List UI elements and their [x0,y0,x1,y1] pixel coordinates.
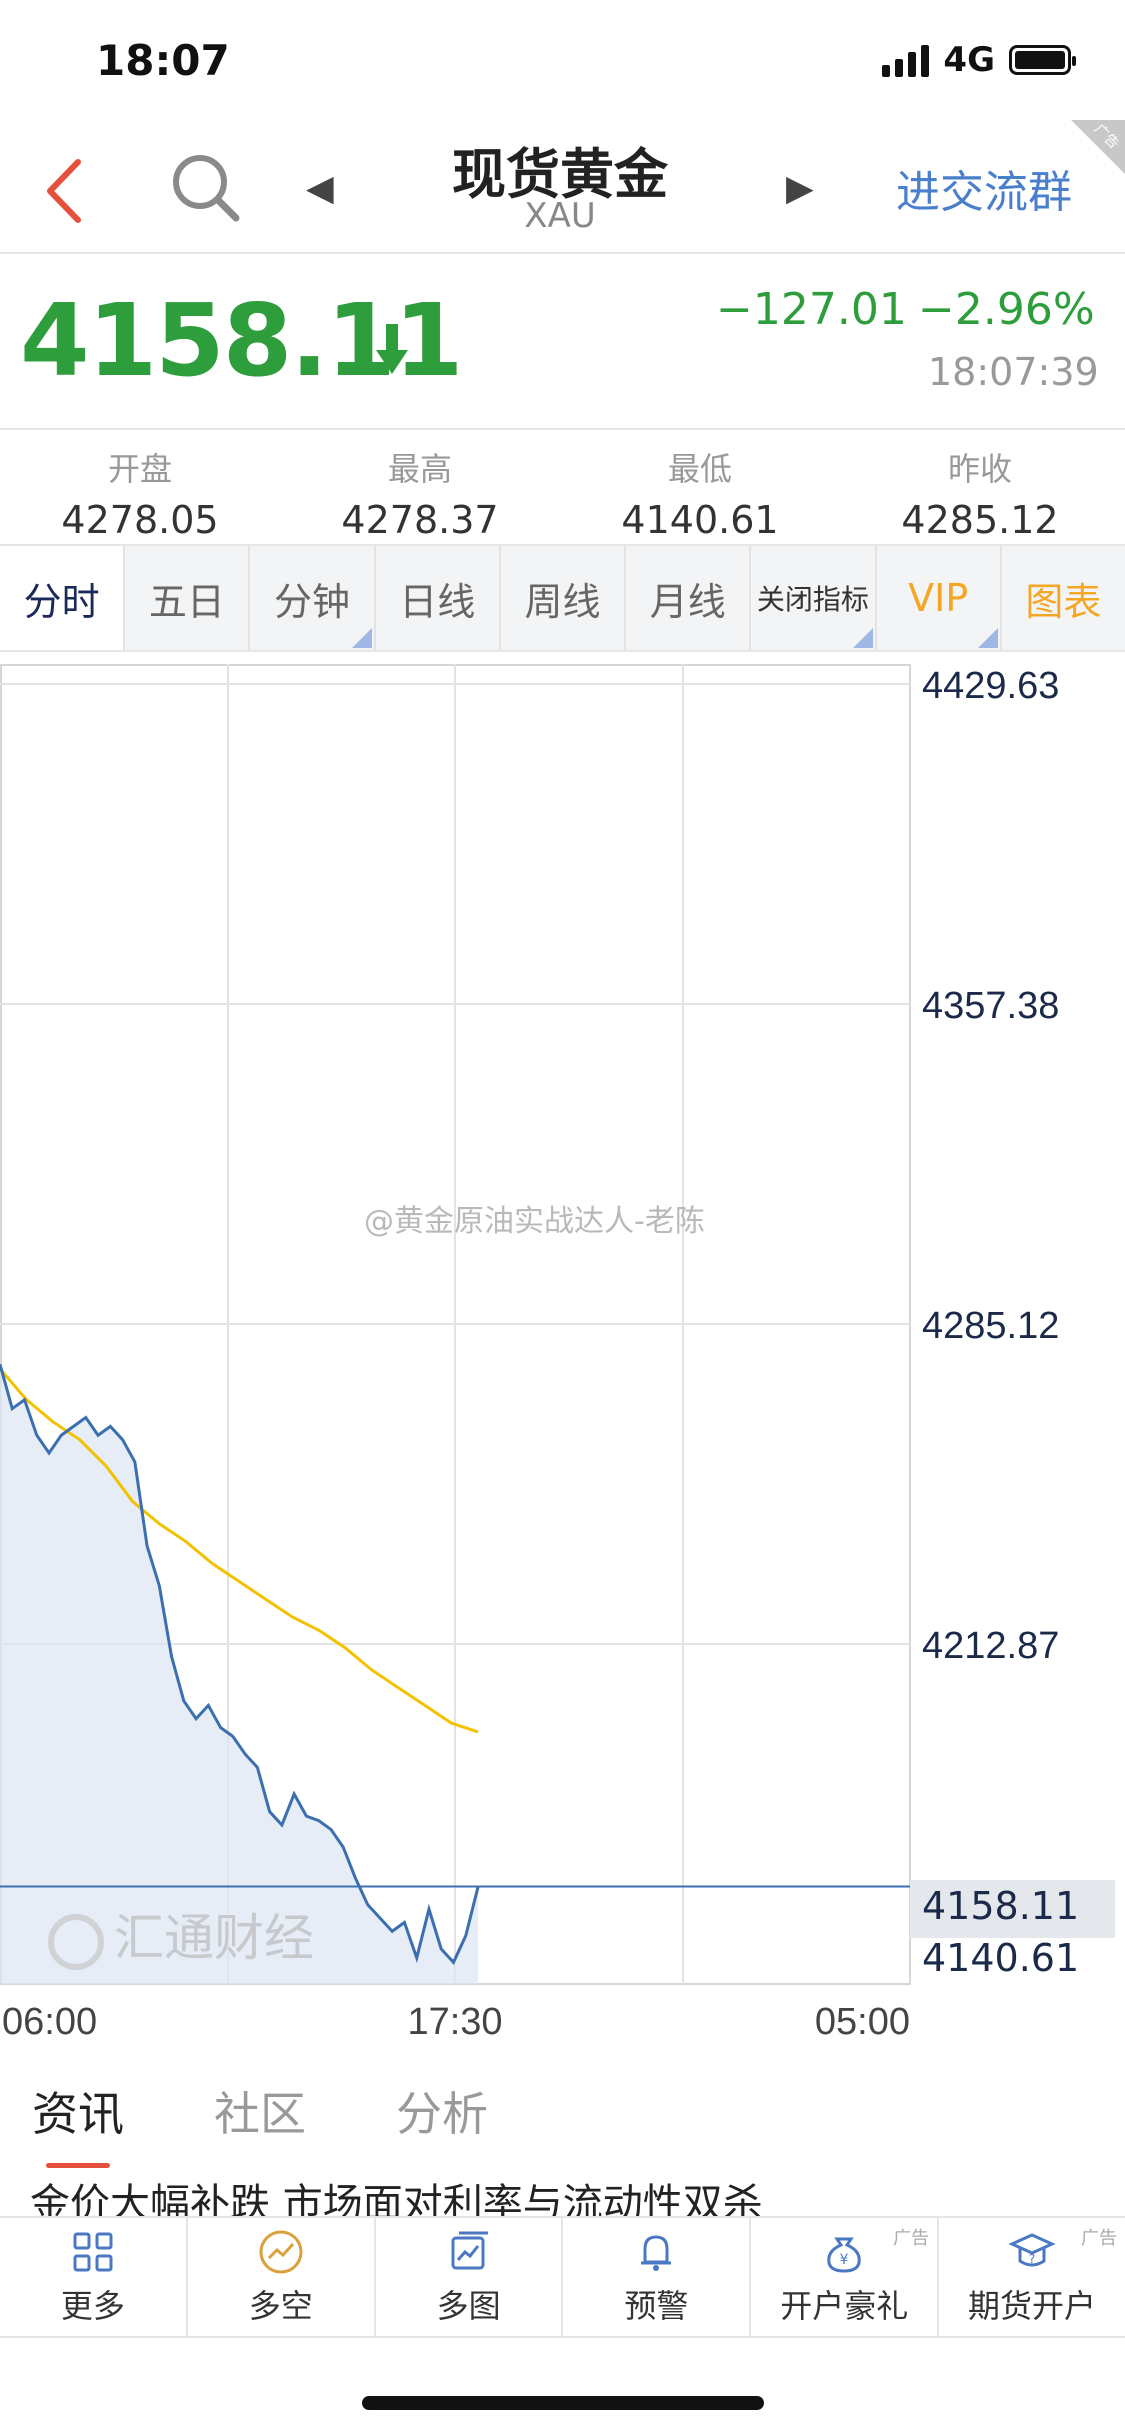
divider [0,428,1125,430]
news-headline[interactable]: 金价大幅补跌 市场面对利率与流动性双杀 [30,2172,1090,2216]
battery-icon [1009,45,1076,75]
multi-chart-button[interactable]: 多图 [376,2218,564,2336]
more-button[interactable]: 更多 [0,2218,188,2336]
y-tick-label: 4357.38 [922,985,1059,1027]
stat-label: 最高 [387,450,452,488]
price-area-fill [0,1364,478,1984]
chevron-left-icon [47,159,81,223]
tab-news[interactable]: 资讯 [32,2078,124,2168]
toolbar-label: 期货开户 [968,2287,1097,2325]
home-indicator [362,2396,764,2410]
next-symbol-button[interactable]: ▶ [786,168,814,209]
open-account-gift-button[interactable]: 广告 ¥ 开户豪礼 [751,2218,940,2336]
futures-account-button[interactable]: 广告 ? 期货开户 [939,2218,1125,2336]
x-tick-label: 06:00 [2,2001,97,2043]
tab-five-day[interactable]: 五日 [125,546,251,650]
price-change: −127.01 [716,284,907,335]
bell-icon [641,2235,672,2271]
tab-chart-settings[interactable]: 图表 [1002,546,1125,650]
tab-monthly[interactable]: 月线 [626,546,752,650]
ad-label: 广告 [893,2228,930,2249]
dropdown-corner-icon [351,628,372,648]
tab-daily[interactable]: 日线 [376,546,501,650]
period-tabs: 分时 五日 分钟 日线 周线 月线 关闭指标 VIP 图表 [0,544,1125,652]
x-tick-label: 05:00 [815,2001,910,2043]
low-price-label: 4140.61 [922,1936,1080,1980]
intraday-chart[interactable]: 4429.63 4357.38 4285.12 4212.87 06:00 17:30 0… [0,664,1125,2044]
logo-text: 汇通财经 [114,1909,314,1967]
y-tick-label: 4429.63 [922,665,1059,707]
dropdown-corner-icon [852,628,873,648]
back-button[interactable] [38,156,98,226]
bottom-toolbar: 更多 多空 多图 预警 广告 ¥ 开户豪礼 广告 ? 期货开户 [0,2216,1125,2338]
svg-text:?: ? [1029,2252,1035,2266]
current-price-label: 4158.11 [922,1884,1080,1928]
network-type: 4G [943,40,995,80]
tab-intraday[interactable]: 分时 [0,546,126,650]
trend-circle-icon [259,2230,303,2274]
nav-header: ◀ 现货黄金 XAU ▶ 进交流群 广告 [0,120,1125,254]
tab-vip[interactable]: VIP [877,546,1002,650]
toolbar-label: 预警 [624,2287,689,2325]
graduation-cap-icon: ? [1008,2233,1056,2267]
long-short-button[interactable]: 多空 [188,2218,376,2336]
tab-weekly[interactable]: 周线 [501,546,627,650]
stat-value: 4285.12 [901,498,1059,542]
stat-label: 开盘 [107,450,172,488]
toolbar-label: 更多 [60,2287,125,2325]
symbol-code: XAU [524,196,596,236]
triangle-left-icon: ◀ [306,168,334,209]
money-bag-icon: ¥ [827,2237,861,2273]
prev-symbol-button[interactable]: ◀ [306,168,334,209]
tab-minute[interactable]: 分钟 [250,546,376,650]
toolbar-label: 开户豪礼 [780,2287,909,2325]
tab-label: VIP [908,576,969,620]
price-change-percent: −2.96% [918,284,1095,335]
toolbar-label: 多图 [436,2287,501,2325]
stat-value: 4278.37 [341,498,499,542]
dropdown-corner-icon [977,628,998,648]
news-tabs: 资讯 社区 分析 [32,2078,488,2168]
search-button[interactable] [166,148,246,228]
ad-badge: 广告 [1065,120,1125,180]
logo-mark-icon [48,1913,104,1970]
quote-time: 18:07:39 [928,350,1099,394]
y-tick-label: 4212.87 [922,1625,1059,1667]
chart-window-icon [451,2231,488,2270]
search-icon [173,155,240,222]
stat-label: 昨收 [947,450,1012,488]
join-group-button[interactable]: 进交流群 [896,156,1072,220]
stat-value: 4278.05 [61,498,219,542]
chart-canvas: 4429.63 4357.38 4285.12 4212.87 06:00 17:30 0… [0,664,1110,2043]
status-time: 18:07 [96,36,230,85]
stat-value: 4140.61 [621,498,779,542]
y-tick-label: 4285.12 [922,1305,1059,1347]
tab-analysis[interactable]: 分析 [396,2078,488,2144]
weibo-watermark: @黄金原油实战达人-老陈 [364,1204,705,1239]
tab-community[interactable]: 社区 [214,2078,306,2144]
alert-button[interactable]: 预警 [563,2218,752,2336]
stat-open: 开盘 4278.05 [0,444,280,542]
stat-low: 最低 4140.61 [560,444,840,542]
toolbar-label: 多空 [248,2287,313,2325]
triangle-right-icon: ▶ [786,168,814,209]
tab-label: 关闭指标 [756,583,869,616]
x-tick-label: 17:30 [407,2001,502,2043]
tab-close-indicator[interactable]: 关闭指标 [751,546,877,650]
stat-prev-close: 昨收 4285.12 [840,444,1120,542]
status-indicators: 4G [882,40,1076,80]
svg-text:¥: ¥ [840,2252,849,2268]
ad-label: 广告 [1080,2228,1117,2249]
signal-icon [882,43,930,77]
logo-watermark: 汇通财经 [48,1898,314,1970]
arrow-down-icon [376,324,408,374]
stat-high: 最高 4278.37 [280,444,560,542]
tab-label: 分钟 [274,579,351,624]
grid-icon [73,2232,113,2272]
stat-label: 最低 [667,450,732,488]
